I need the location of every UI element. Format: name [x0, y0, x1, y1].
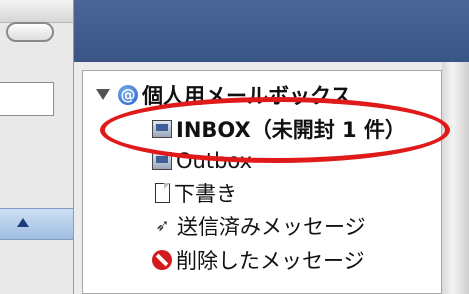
mailbox-account-row[interactable]: @ 個人用メールボックス [118, 79, 351, 111]
mailbox-item-label: INBOX（未開封 1 件） [176, 118, 406, 142]
mailbox-item-trash[interactable]: 削除したメッセージ [152, 244, 365, 276]
mailbox-item-inbox[interactable]: INBOX（未開封 1 件） [152, 113, 406, 145]
toolbar-toggle-button[interactable] [6, 22, 54, 42]
mailbox-item-label: 送信済みメッセージ [177, 215, 366, 239]
mailbox-account-label: 個人用メールボックス [142, 84, 352, 108]
mailbox-item-label: Outbox [176, 149, 253, 173]
scrollbar[interactable] [0, 208, 73, 240]
document-icon [155, 183, 170, 203]
mailbox-item-drafts[interactable]: 下書き [152, 177, 237, 209]
window-titlebar [74, 0, 469, 62]
mailbox-item-label: 下書き [174, 182, 237, 206]
drawer-edge [442, 62, 469, 294]
left-text-field[interactable] [0, 82, 54, 116]
at-icon: @ [118, 85, 138, 105]
mailbox-item-sent[interactable]: ➶ 送信済みメッセージ [152, 210, 366, 242]
disclosure-triangle-icon[interactable] [96, 89, 110, 100]
trash-icon [152, 250, 172, 270]
mailbox-item-label: 削除したメッセージ [176, 249, 365, 273]
scroll-up-arrow-icon[interactable] [17, 218, 29, 227]
inbox-tray-icon [152, 120, 172, 138]
mailbox-item-outbox[interactable]: Outbox [152, 145, 252, 177]
outbox-tray-icon [152, 152, 172, 170]
paper-plane-icon: ➶ [155, 215, 170, 236]
left-window [0, 0, 74, 294]
left-window-titlebar [0, 0, 73, 23]
